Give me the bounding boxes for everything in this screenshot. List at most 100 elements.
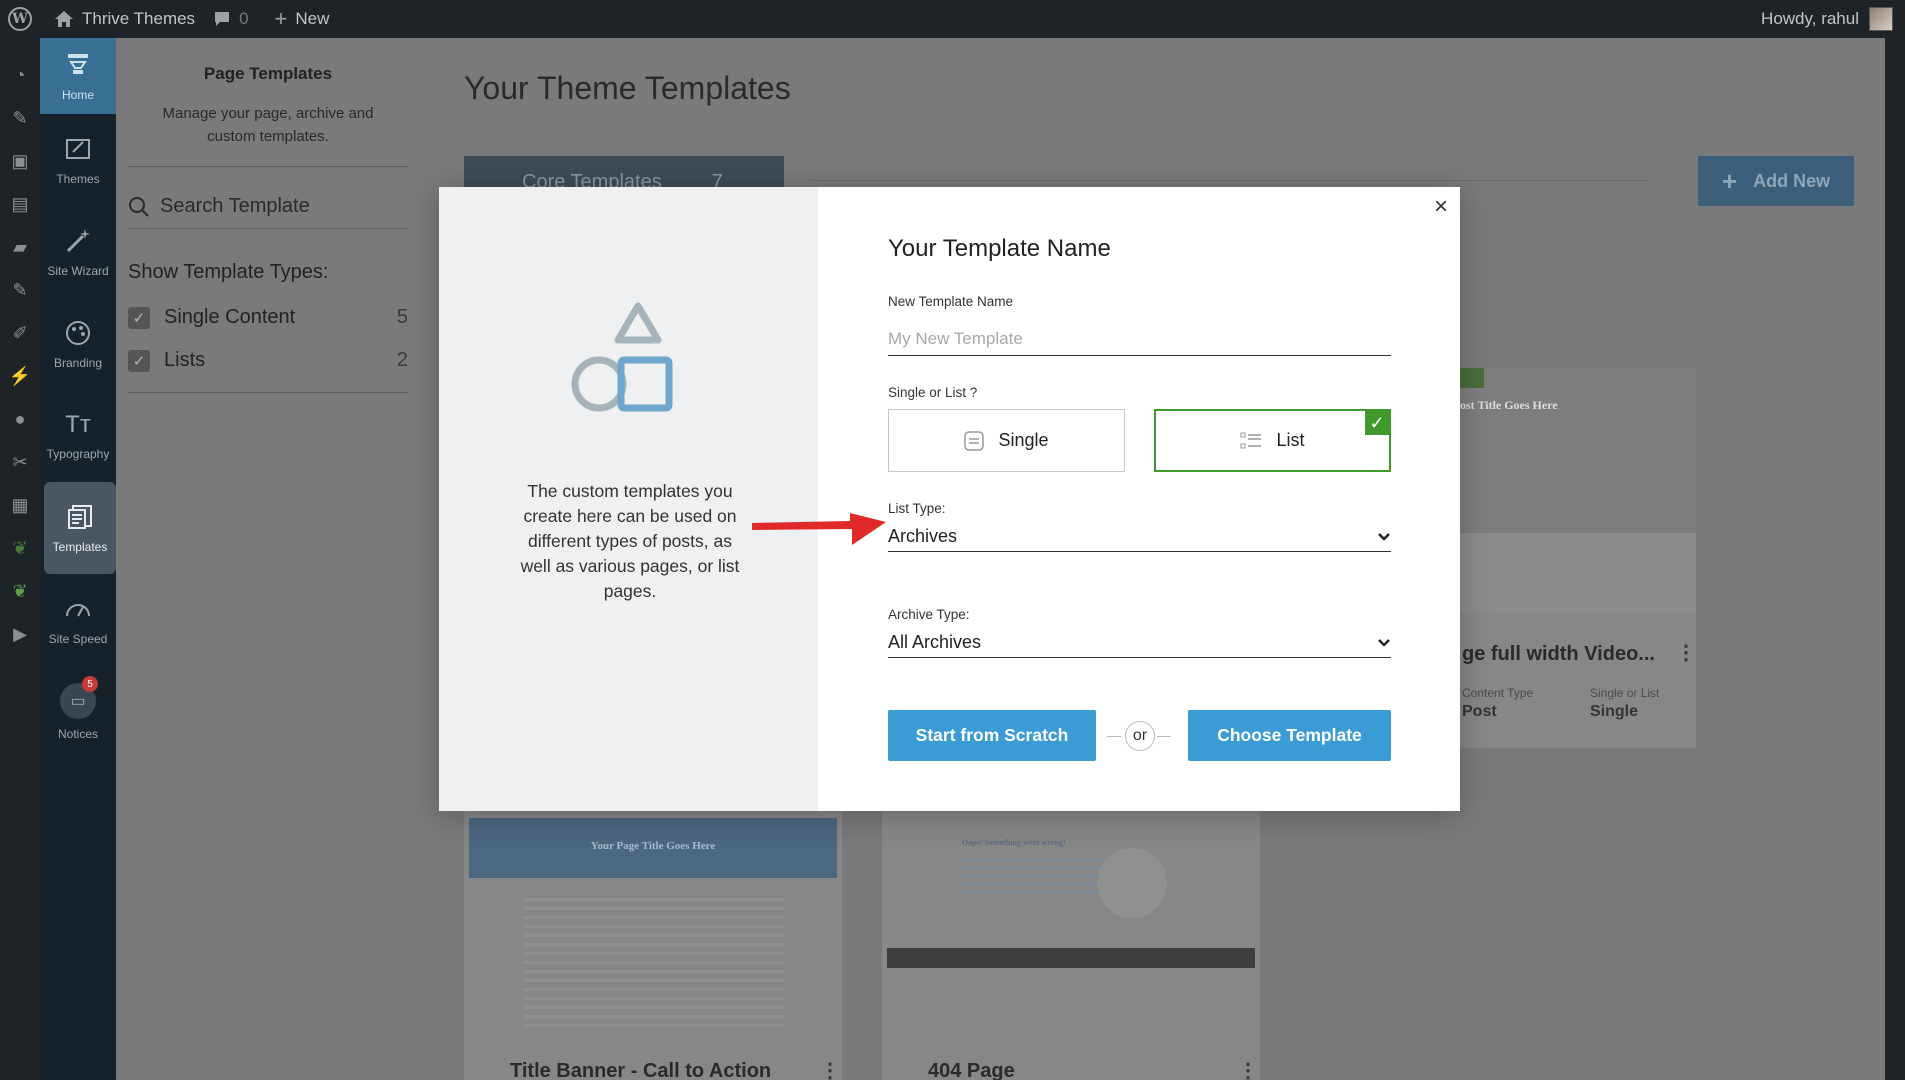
start-from-scratch-button[interactable]: Start from Scratch <box>888 710 1096 761</box>
dashboard-icon[interactable]: ◔ <box>0 54 40 97</box>
nav-home-label: Home <box>61 88 94 102</box>
choose-template-button[interactable]: Choose Template <box>1188 710 1391 761</box>
new-label: New <box>295 9 330 28</box>
templates-panel: Page Templates Manage your page, archive… <box>116 38 420 1080</box>
users-icon[interactable]: ● <box>0 398 40 441</box>
template-card[interactable]: Oops! Something went wrong! 404 Page ⋮ <box>882 808 1260 1080</box>
close-icon[interactable]: × <box>1434 193 1448 221</box>
wordpress-logo-icon[interactable]: W <box>8 7 32 31</box>
modal-info-pane: The custom templates you create here can… <box>439 187 818 811</box>
list-option-button[interactable]: List ✓ <box>1154 409 1391 472</box>
single-or-list-label: Single or List ? <box>888 385 978 400</box>
nav-notices-label: Notices <box>57 727 98 741</box>
nav-home[interactable]: Home <box>40 38 116 114</box>
panel-title: Page Templates <box>203 64 333 83</box>
card-meta-label: Content Type <box>1462 686 1534 700</box>
card-thumbnail: ost Title Goes Here <box>1460 368 1696 613</box>
site-name-link[interactable]: Thrive Themes <box>54 9 195 29</box>
single-label: Single <box>998 430 1049 450</box>
speedometer-icon <box>66 604 90 617</box>
leaf-icon[interactable]: ❦ <box>0 527 40 570</box>
more-options-icon[interactable]: ⋮ <box>820 1058 840 1080</box>
thumb-label-tag <box>1460 368 1484 388</box>
window-edge <box>1885 38 1905 1080</box>
single-option-button[interactable]: Single <box>888 409 1125 472</box>
search-placeholder: Search Template <box>160 195 310 217</box>
account-menu[interactable]: Howdy, rahul <box>1761 7 1893 31</box>
comments-count: 0 <box>239 9 249 28</box>
template-types-heading: Show Template Types: <box>128 261 329 283</box>
add-new-label: Add New <box>1753 170 1831 191</box>
card-title: 404 Page <box>928 1060 1015 1080</box>
play-icon[interactable]: ▶ <box>0 613 40 656</box>
list-type-select[interactable]: Archives <box>888 522 1391 552</box>
panel-divider <box>128 166 408 167</box>
nav-notices[interactable]: ▭ 5 Notices <box>40 666 116 758</box>
nav-themes[interactable]: Themes <box>40 114 116 206</box>
magic-wand-icon <box>66 229 90 253</box>
thumb-banner <box>1460 368 1696 533</box>
type-label: Single Content <box>164 306 296 328</box>
appearance-icon[interactable]: ✐ <box>0 312 40 355</box>
type-count: 2 <box>396 349 408 371</box>
more-options-icon[interactable]: ⋮ <box>1238 1058 1258 1080</box>
or-text: or <box>1125 721 1155 751</box>
card-meta-value: Post <box>1462 703 1497 720</box>
red-arrow-icon <box>752 513 886 545</box>
card-title: Title Banner - Call to Action <box>510 1060 772 1080</box>
thrive-leaf-icon[interactable]: ❦ <box>0 570 40 613</box>
site-name: Thrive Themes <box>82 9 196 28</box>
nav-site-wizard-label: Site Wizard <box>47 264 109 278</box>
name-label: New Template Name <box>888 294 1014 309</box>
pages-icon[interactable]: ▤ <box>0 183 40 226</box>
panel-description: Manage your page, archive and custom tem… <box>162 105 374 145</box>
checkbox-checked-icon[interactable]: ✓ <box>128 306 150 329</box>
thumb-heading: ost Title Goes Here <box>1460 398 1558 412</box>
wp-admin-menu: ◔ ✎ ▣ ▤ ▰ ✎ ✐ ⚡ ● ✂ ▦ ❦ ❦ ▶ <box>0 38 40 1080</box>
nav-site-speed[interactable]: Site Speed <box>40 574 116 666</box>
pin-icon[interactable]: ✎ <box>0 269 40 312</box>
comment-icon <box>215 11 230 26</box>
tools-icon[interactable]: ✂ <box>0 441 40 484</box>
plus-icon: + <box>274 6 288 31</box>
template-card[interactable]: Your Page Title Goes Here Title Banner -… <box>464 808 842 1080</box>
thumb-footer <box>887 948 1255 968</box>
nav-typography[interactable]: Tт Typography <box>40 390 116 482</box>
comments-menu-icon[interactable]: ▰ <box>0 226 40 269</box>
new-content-link[interactable]: + New <box>275 6 330 32</box>
template-card[interactable]: ost Title Goes Here ge full width Video.… <box>1460 368 1696 748</box>
settings-icon[interactable]: ▦ <box>0 484 40 527</box>
checkmark-icon: ✓ <box>1365 411 1389 435</box>
nav-branding[interactable]: Branding <box>40 298 116 390</box>
or-dash <box>1157 736 1171 737</box>
notices-badge: 5 <box>82 676 98 692</box>
plugins-icon[interactable]: ⚡ <box>0 355 40 398</box>
media-icon[interactable]: ▣ <box>0 140 40 183</box>
type-filter-single[interactable]: ✓ Single Content 5 <box>128 306 408 329</box>
avatar <box>1869 7 1893 31</box>
checkbox-checked-icon[interactable]: ✓ <box>128 349 150 372</box>
nav-templates-label: Templates <box>52 540 108 554</box>
type-filter-lists[interactable]: ✓ Lists 2 <box>128 349 408 372</box>
modal-heading: Your Template Name <box>888 235 1111 262</box>
or-separator: or <box>1107 721 1173 751</box>
nav-branding-label: Branding <box>53 356 103 370</box>
single-doc-icon <box>964 430 985 451</box>
more-options-icon[interactable]: ⋮ <box>1676 640 1696 665</box>
card-meta-value: Single <box>1590 703 1639 720</box>
template-name-input[interactable] <box>888 322 1391 356</box>
themes-icon <box>66 139 90 159</box>
archive-type-select[interactable]: All Archives <box>888 628 1391 658</box>
list-label: List <box>1276 430 1305 450</box>
template-search[interactable]: Search Template <box>128 195 408 229</box>
nav-themes-label: Themes <box>56 172 100 186</box>
plus-icon: + <box>1721 165 1738 196</box>
posts-icon[interactable]: ✎ <box>0 97 40 140</box>
thrive-sidebar: Home Themes Site Wizard Branding Tт Typo… <box>40 38 116 1080</box>
nav-site-wizard[interactable]: Site Wizard <box>40 206 116 298</box>
thumb-heading: Oops! Something went wrong! <box>962 838 1066 847</box>
add-new-button[interactable]: + Add New <box>1698 156 1854 206</box>
comments-link[interactable]: 0 <box>213 9 249 29</box>
nav-templates[interactable]: Templates <box>44 482 116 574</box>
thumb-text-lines <box>962 858 1102 898</box>
